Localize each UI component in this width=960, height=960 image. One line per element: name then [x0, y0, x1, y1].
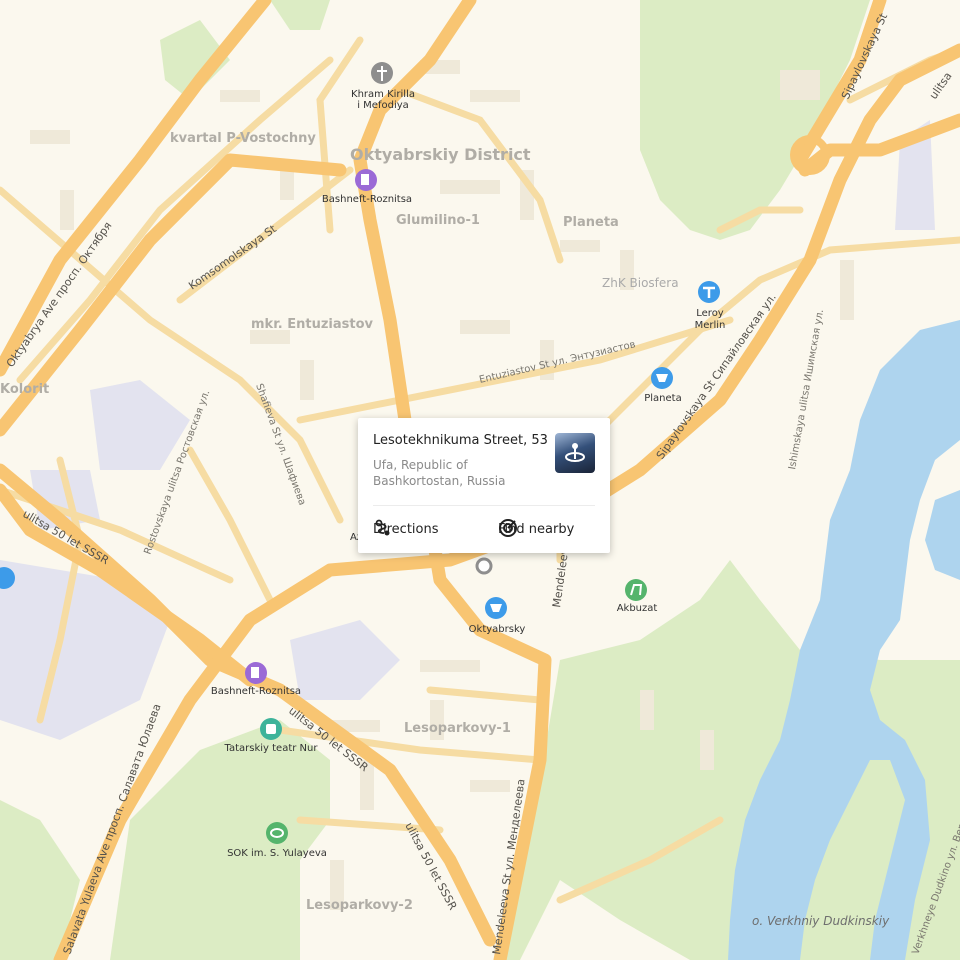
route-icon: [375, 519, 390, 536]
panorama-icon: [565, 443, 585, 462]
poi-label: Leroy: [696, 308, 724, 319]
district-label: Lesoparkovy-1: [404, 721, 511, 736]
poi-label: Akbuzat: [617, 603, 658, 614]
poi-label: Tatarskiy teatr Nur: [224, 743, 319, 754]
popup-address: Ufa, Republic of Bashkortostan, Russia: [373, 458, 506, 488]
district-label: Planeta: [563, 215, 619, 230]
poi-label: Oktyabrsky: [469, 624, 526, 635]
find-nearby-button[interactable]: Find nearby: [498, 518, 574, 540]
poi-label: Planeta: [644, 393, 681, 404]
street-label: Komsomolskaya St: [186, 222, 279, 293]
poi-label: Bashneft-Roznitsa: [211, 686, 301, 697]
district-label: Lesoparkovy-2: [306, 898, 413, 913]
street-label: Ishimskaya ulitsa Ишимская ул.: [787, 309, 826, 471]
poi-label: Khram Kirilla: [351, 89, 415, 100]
poi-label: i Mefodiya: [357, 100, 409, 111]
island-label: o. Verkhniy Dudkinskiy: [752, 914, 890, 928]
map-canvas[interactable]: kvartal P-Vostochny Oktyabrskiy District…: [0, 0, 960, 960]
district-label: Glumilino-1: [396, 213, 480, 228]
horse-icon: [625, 579, 647, 601]
popup-title: Lesotekhnikuma Street, 53: [373, 433, 548, 448]
district-label: Kolorit: [0, 382, 49, 397]
directions-button[interactable]: Directions: [373, 518, 439, 540]
district-label: ZhK Biosfera: [602, 276, 679, 290]
location-photo-thumbnail[interactable]: [555, 433, 595, 473]
target-icon: [499, 519, 517, 537]
stadium-icon: [266, 822, 288, 844]
district-label: mkr. Entuziastov: [251, 317, 373, 332]
location-popup[interactable]: Lesotekhnikuma Street, 53 Ufa, Republic …: [358, 418, 610, 553]
poi-label: Merlin: [695, 320, 726, 331]
location-dot: [475, 557, 493, 575]
district-label: kvartal P-Vostochny: [170, 131, 316, 146]
popup-divider: [373, 505, 595, 506]
poi-label: Bashneft-Roznitsa: [322, 194, 412, 205]
district-label: Oktyabrskiy District: [350, 145, 531, 164]
street-label: Entuziastov St ул. Энтузиастов: [478, 339, 637, 386]
street-label: ulitsa: [927, 70, 955, 102]
poi-label: SOK im. S. Yulayeva: [227, 848, 327, 859]
